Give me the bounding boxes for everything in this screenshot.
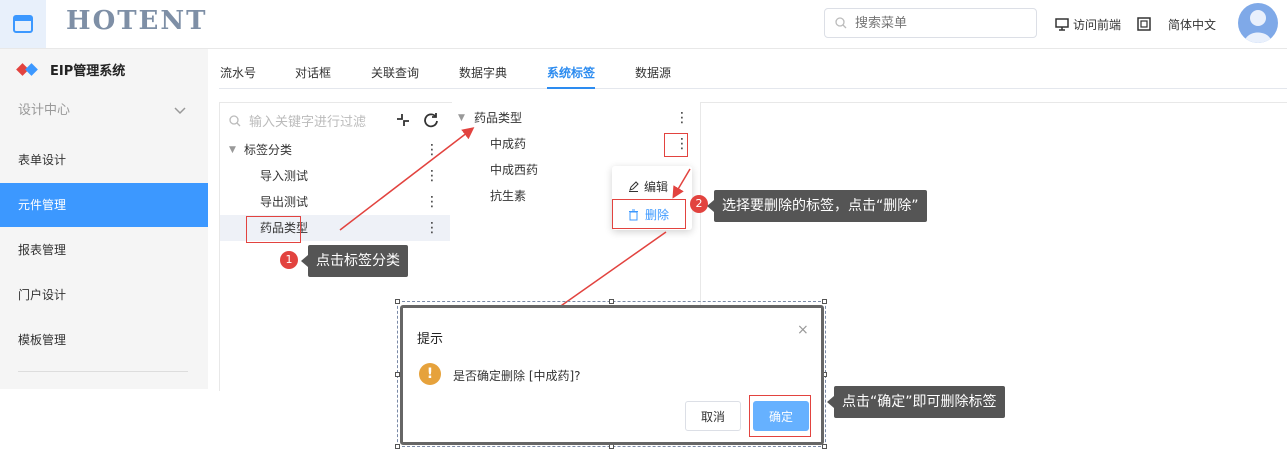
arrow-2	[672, 168, 691, 199]
callout-3: 点击“确定”即可删除标签	[827, 386, 1005, 418]
resize-handle[interactable]	[822, 444, 827, 449]
resize-handle[interactable]	[395, 299, 400, 304]
arrow-1	[339, 127, 475, 231]
resize-handle[interactable]	[395, 444, 400, 449]
dialog-title: 提示	[417, 332, 444, 347]
resize-handle[interactable]	[822, 299, 827, 304]
step-badge-1: 1	[280, 251, 298, 269]
callout-2: 选择要删除的标签，点击“删除”	[707, 190, 927, 222]
resize-handle[interactable]	[609, 299, 614, 304]
cancel-button[interactable]: 取消	[685, 401, 741, 431]
highlight-box	[749, 395, 811, 437]
step-badge-2: 2	[690, 195, 708, 213]
warning-icon: !	[419, 363, 441, 385]
close-icon[interactable]: ×	[797, 322, 809, 338]
dialog-message: 是否确定删除 [中成药]?	[453, 369, 581, 383]
callout-1: 点击标签分类	[301, 245, 408, 277]
